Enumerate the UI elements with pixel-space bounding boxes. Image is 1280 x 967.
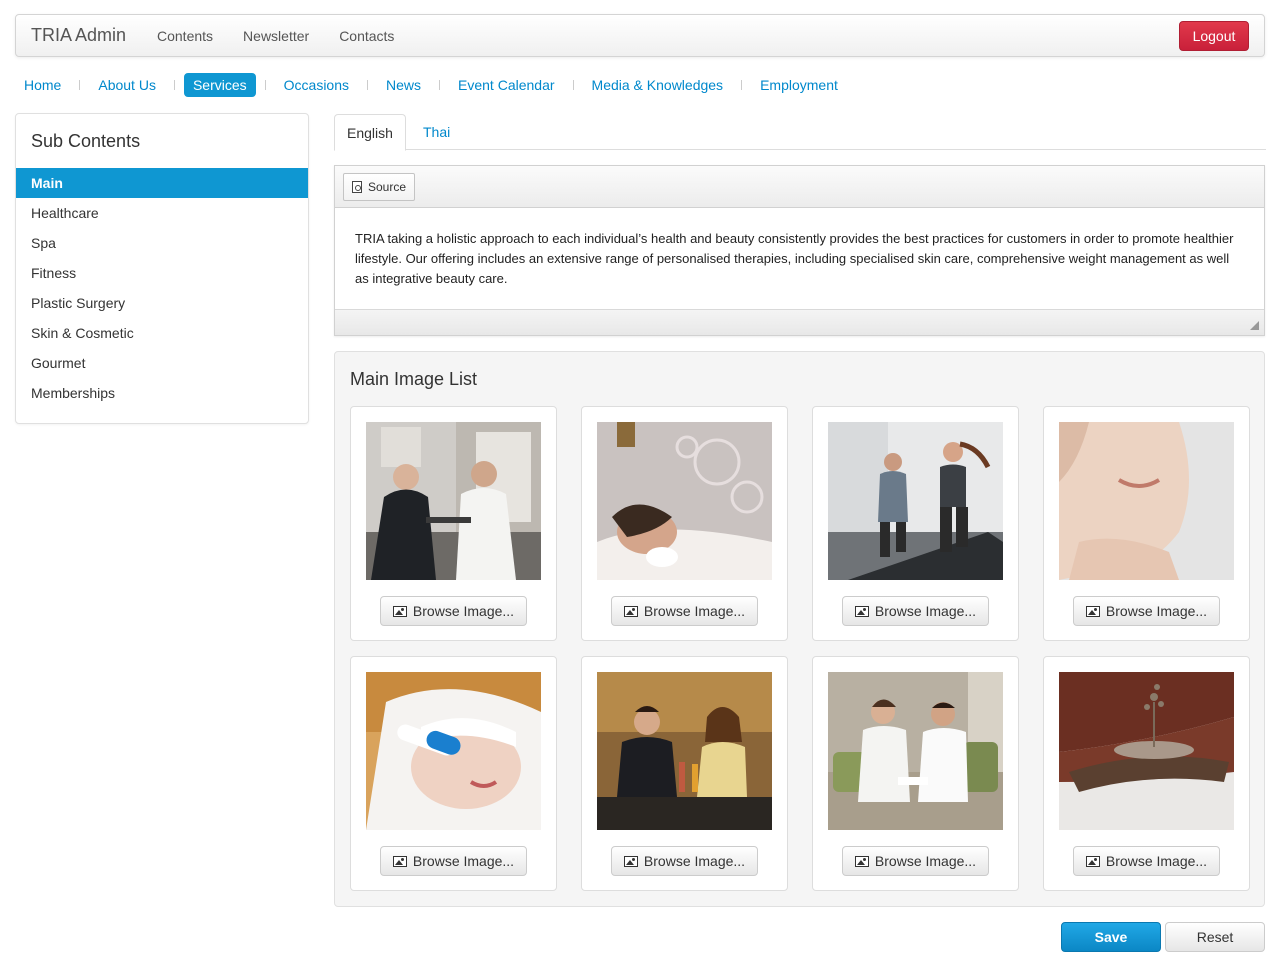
image-thumbnail — [597, 672, 772, 830]
browse-image-button[interactable]: Browse Image... — [380, 596, 527, 626]
top-nav-contents[interactable]: Contents — [142, 15, 228, 56]
sidebar-item-main[interactable]: Main — [16, 168, 308, 198]
picture-icon — [623, 605, 638, 617]
image-card: Browse Image... — [581, 656, 788, 891]
picture-icon — [392, 605, 407, 617]
browse-image-button[interactable]: Browse Image... — [1073, 846, 1220, 876]
browse-image-button[interactable]: Browse Image... — [380, 846, 527, 876]
rich-text-editor: Source TRIA taking a holistic approach t… — [334, 165, 1265, 336]
sidebar-item-fitness[interactable]: Fitness — [16, 258, 308, 288]
brand-title[interactable]: TRIA Admin — [31, 25, 126, 46]
browse-image-label: Browse Image... — [412, 603, 515, 619]
editor-toolbar: Source — [335, 166, 1264, 208]
sidebar-item-skin-cosmetic[interactable]: Skin & Cosmetic — [16, 318, 308, 348]
nav-divider — [264, 80, 266, 90]
browse-image-label: Browse Image... — [1105, 853, 1208, 869]
section-nav-services[interactable]: Services — [183, 73, 256, 97]
image-thumbnail — [828, 422, 1003, 580]
nav-divider — [741, 80, 743, 90]
section-nav-media-knowledges[interactable]: Media & Knowledges — [583, 73, 733, 97]
section-nav-about-us[interactable]: About Us — [89, 73, 165, 97]
sidebar-item-gourmet[interactable]: Gourmet — [16, 348, 308, 378]
image-card: Browse Image... — [1043, 406, 1250, 641]
picture-icon — [623, 855, 638, 867]
picture-icon — [854, 855, 869, 867]
browse-image-label: Browse Image... — [643, 603, 746, 619]
section-nav-event-calendar[interactable]: Event Calendar — [449, 73, 564, 97]
sidebar-item-memberships[interactable]: Memberships — [16, 378, 308, 408]
sidebar-item-plastic-surgery[interactable]: Plastic Surgery — [16, 288, 308, 318]
image-thumbnail — [1059, 672, 1234, 830]
image-thumbnail — [366, 672, 541, 830]
resize-handle-icon[interactable] — [1250, 321, 1259, 330]
sub-contents-panel: Sub Contents Main Healthcare Spa Fitness… — [15, 113, 309, 424]
picture-icon — [1085, 605, 1100, 617]
source-document-icon — [352, 181, 362, 193]
image-list-title: Main Image List — [350, 369, 478, 389]
browse-image-button[interactable]: Browse Image... — [611, 846, 758, 876]
image-card: Browse Image... — [812, 406, 1019, 641]
browse-image-label: Browse Image... — [874, 603, 977, 619]
sidebar-item-spa[interactable]: Spa — [16, 228, 308, 258]
image-thumbnail — [366, 422, 541, 580]
tab-thai[interactable]: Thai — [411, 114, 462, 150]
section-nav-news[interactable]: News — [377, 73, 430, 97]
browse-image-button[interactable]: Browse Image... — [1073, 596, 1220, 626]
editor-content[interactable]: TRIA taking a holistic approach to each … — [335, 208, 1264, 309]
image-card: Browse Image... — [350, 656, 557, 891]
image-thumbnail — [1059, 422, 1234, 580]
top-navbar: TRIA Admin Contents Newsletter Contacts … — [15, 14, 1265, 57]
image-thumbnail — [597, 422, 772, 580]
main-image-list: Main Image List Browse Image... Browse I… — [334, 351, 1265, 907]
nav-divider — [79, 80, 81, 90]
image-card: Browse Image... — [1043, 656, 1250, 891]
nav-divider — [367, 80, 368, 90]
section-nav-home[interactable]: Home — [15, 73, 70, 97]
image-card: Browse Image... — [350, 406, 557, 641]
browse-image-label: Browse Image... — [1105, 603, 1208, 619]
top-nav-contacts[interactable]: Contacts — [324, 15, 409, 56]
browse-image-label: Browse Image... — [412, 853, 515, 869]
section-nav-occasions[interactable]: Occasions — [275, 73, 358, 97]
picture-icon — [392, 855, 407, 867]
tab-english[interactable]: English — [334, 114, 406, 151]
browse-image-button[interactable]: Browse Image... — [611, 596, 758, 626]
picture-icon — [854, 605, 869, 617]
logout-button[interactable]: Logout — [1179, 21, 1249, 51]
browse-image-label: Browse Image... — [874, 853, 977, 869]
image-card: Browse Image... — [581, 406, 788, 641]
sidebar-item-healthcare[interactable]: Healthcare — [16, 198, 308, 228]
image-card: Browse Image... — [812, 656, 1019, 891]
browse-image-label: Browse Image... — [643, 853, 746, 869]
source-button[interactable]: Source — [343, 173, 416, 201]
nav-divider — [572, 80, 574, 90]
editor-footer — [335, 309, 1264, 335]
reset-button[interactable]: Reset — [1165, 922, 1265, 952]
source-button-label: Source — [368, 180, 407, 194]
sidebar-list: Main Healthcare Spa Fitness Plastic Surg… — [16, 168, 308, 408]
language-tabs: English Thai — [334, 114, 1266, 151]
image-thumbnail — [828, 672, 1003, 830]
top-nav-menu: Contents Newsletter Contacts — [142, 15, 409, 56]
browse-image-button[interactable]: Browse Image... — [842, 596, 989, 626]
top-nav-newsletter[interactable]: Newsletter — [228, 15, 324, 56]
sidebar-title: Sub Contents — [31, 131, 141, 151]
browse-image-button[interactable]: Browse Image... — [842, 846, 989, 876]
section-nav: Home About Us Services Occasions News Ev… — [15, 72, 847, 98]
nav-divider — [439, 80, 441, 90]
section-nav-employment[interactable]: Employment — [751, 73, 847, 97]
picture-icon — [1085, 855, 1100, 867]
nav-divider — [173, 80, 175, 90]
save-button[interactable]: Save — [1061, 922, 1161, 952]
